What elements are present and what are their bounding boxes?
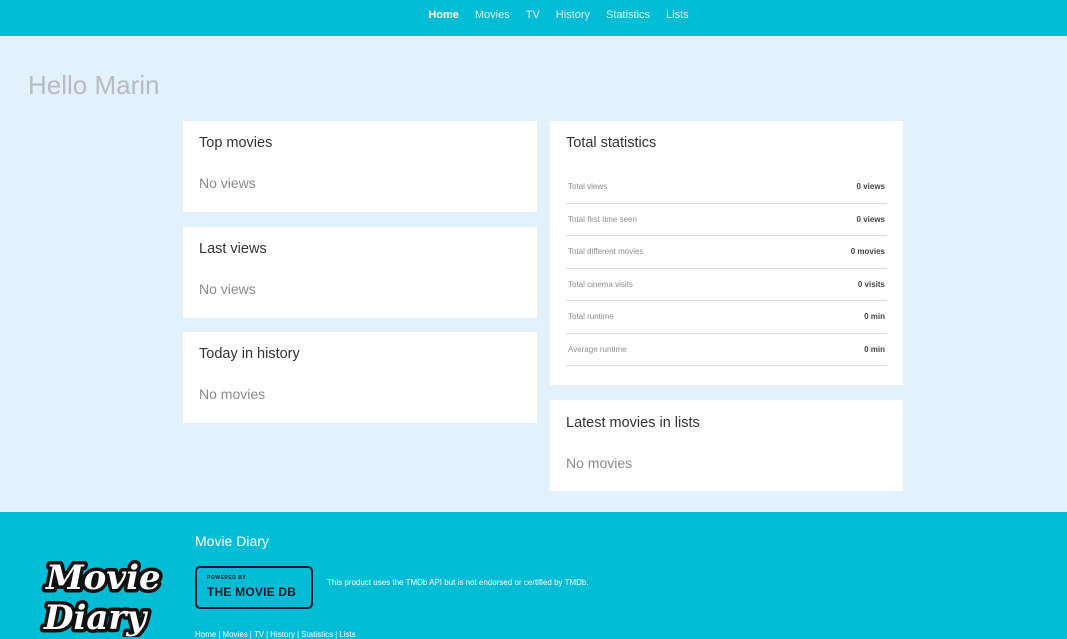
footer-link-statistics[interactable]: Statistics (301, 630, 333, 639)
tmdb-name: THE MOVIE DB (207, 585, 297, 599)
stat-row-cinema-visits: Total cinema visits 0 visits (566, 269, 887, 301)
nav-statistics[interactable]: Statistics (606, 9, 650, 27)
stat-value: 0 min (864, 344, 885, 354)
stat-row-average-runtime: Average runtime 0 min (566, 334, 887, 366)
tmdb-attribution-text: This product uses the TMDb API but is no… (327, 578, 589, 587)
top-navbar: Home Movies TV History Statistics Lists (0, 0, 1067, 36)
total-statistics-title: Total statistics (566, 135, 657, 151)
last-views-card: Last views No views (183, 227, 537, 318)
stat-value: 0 movies (850, 247, 885, 257)
logo-word-movie: Movie (45, 558, 161, 598)
movie-diary-logo: Movie Diary (40, 555, 165, 638)
last-views-empty: No views (199, 281, 256, 297)
footer-separator: | (297, 630, 300, 639)
today-in-history-card: Today in history No movies (183, 332, 537, 423)
footer-separator: | (266, 630, 269, 639)
greeting-heading: Hello Marin (28, 70, 160, 100)
logo-word-diary: Diary (43, 598, 148, 637)
tmdb-logo[interactable]: POWERED BY THE MOVIE DB (195, 566, 313, 609)
total-statistics-card: Total statistics Total views 0 views Tot… (550, 121, 903, 385)
stat-row-different-movies: Total different movies 0 movies (566, 236, 887, 269)
footer-link-tv[interactable]: TV (254, 630, 264, 639)
stat-label: Average runtime (568, 344, 627, 354)
footer-separator: | (249, 630, 252, 639)
stat-row-total-views: Total views 0 views (566, 171, 887, 204)
last-views-title: Last views (199, 241, 267, 257)
stat-value: 0 views (856, 182, 885, 192)
today-in-history-title: Today in history (199, 346, 300, 362)
statistics-table: Total views 0 views Total first time see… (566, 171, 887, 366)
today-in-history-empty: No movies (199, 386, 266, 402)
footer-link-lists[interactable]: Lists (339, 630, 355, 639)
nav-tv[interactable]: TV (526, 9, 540, 27)
stat-label: Total runtime (568, 312, 614, 322)
nav-home[interactable]: Home (428, 9, 459, 27)
latest-movies-empty: No movies (566, 455, 633, 471)
stat-label: Total cinema visits (568, 279, 633, 289)
footer-link-history[interactable]: History (270, 630, 295, 639)
nav-lists[interactable]: Lists (666, 9, 689, 27)
stat-row-first-time-seen: Total first time seen 0 views (566, 204, 887, 236)
footer-brand-name: Movie Diary (195, 533, 269, 549)
top-movies-card: Top movies No views (183, 121, 537, 212)
footer-link-movies[interactable]: Movies (222, 630, 247, 639)
footer-separator: | (218, 630, 221, 639)
stat-value: 0 views (856, 214, 885, 224)
nav-movies[interactable]: Movies (475, 9, 510, 27)
footer-links: Home | Movies | TV | History | Statistic… (195, 630, 356, 639)
stat-label: Total first time seen (568, 214, 637, 224)
stat-row-total-runtime: Total runtime 0 min (566, 301, 887, 334)
nav-history[interactable]: History (556, 9, 590, 27)
footer: Movie Diary Movie Diary POWERED BY THE M… (0, 512, 1067, 639)
footer-separator: | (335, 630, 338, 639)
stat-label: Total views (568, 182, 608, 192)
footer-link-home[interactable]: Home (195, 630, 216, 639)
tmdb-powered-by: POWERED BY (207, 575, 247, 581)
top-movies-empty: No views (199, 175, 256, 191)
stat-value: 0 visits (857, 279, 885, 289)
top-movies-title: Top movies (199, 135, 273, 151)
stat-label: Total different movies (568, 247, 644, 257)
latest-movies-in-lists-card: Latest movies in lists No movies (550, 400, 903, 491)
stat-value: 0 min (864, 312, 885, 322)
latest-movies-title: Latest movies in lists (566, 415, 700, 431)
